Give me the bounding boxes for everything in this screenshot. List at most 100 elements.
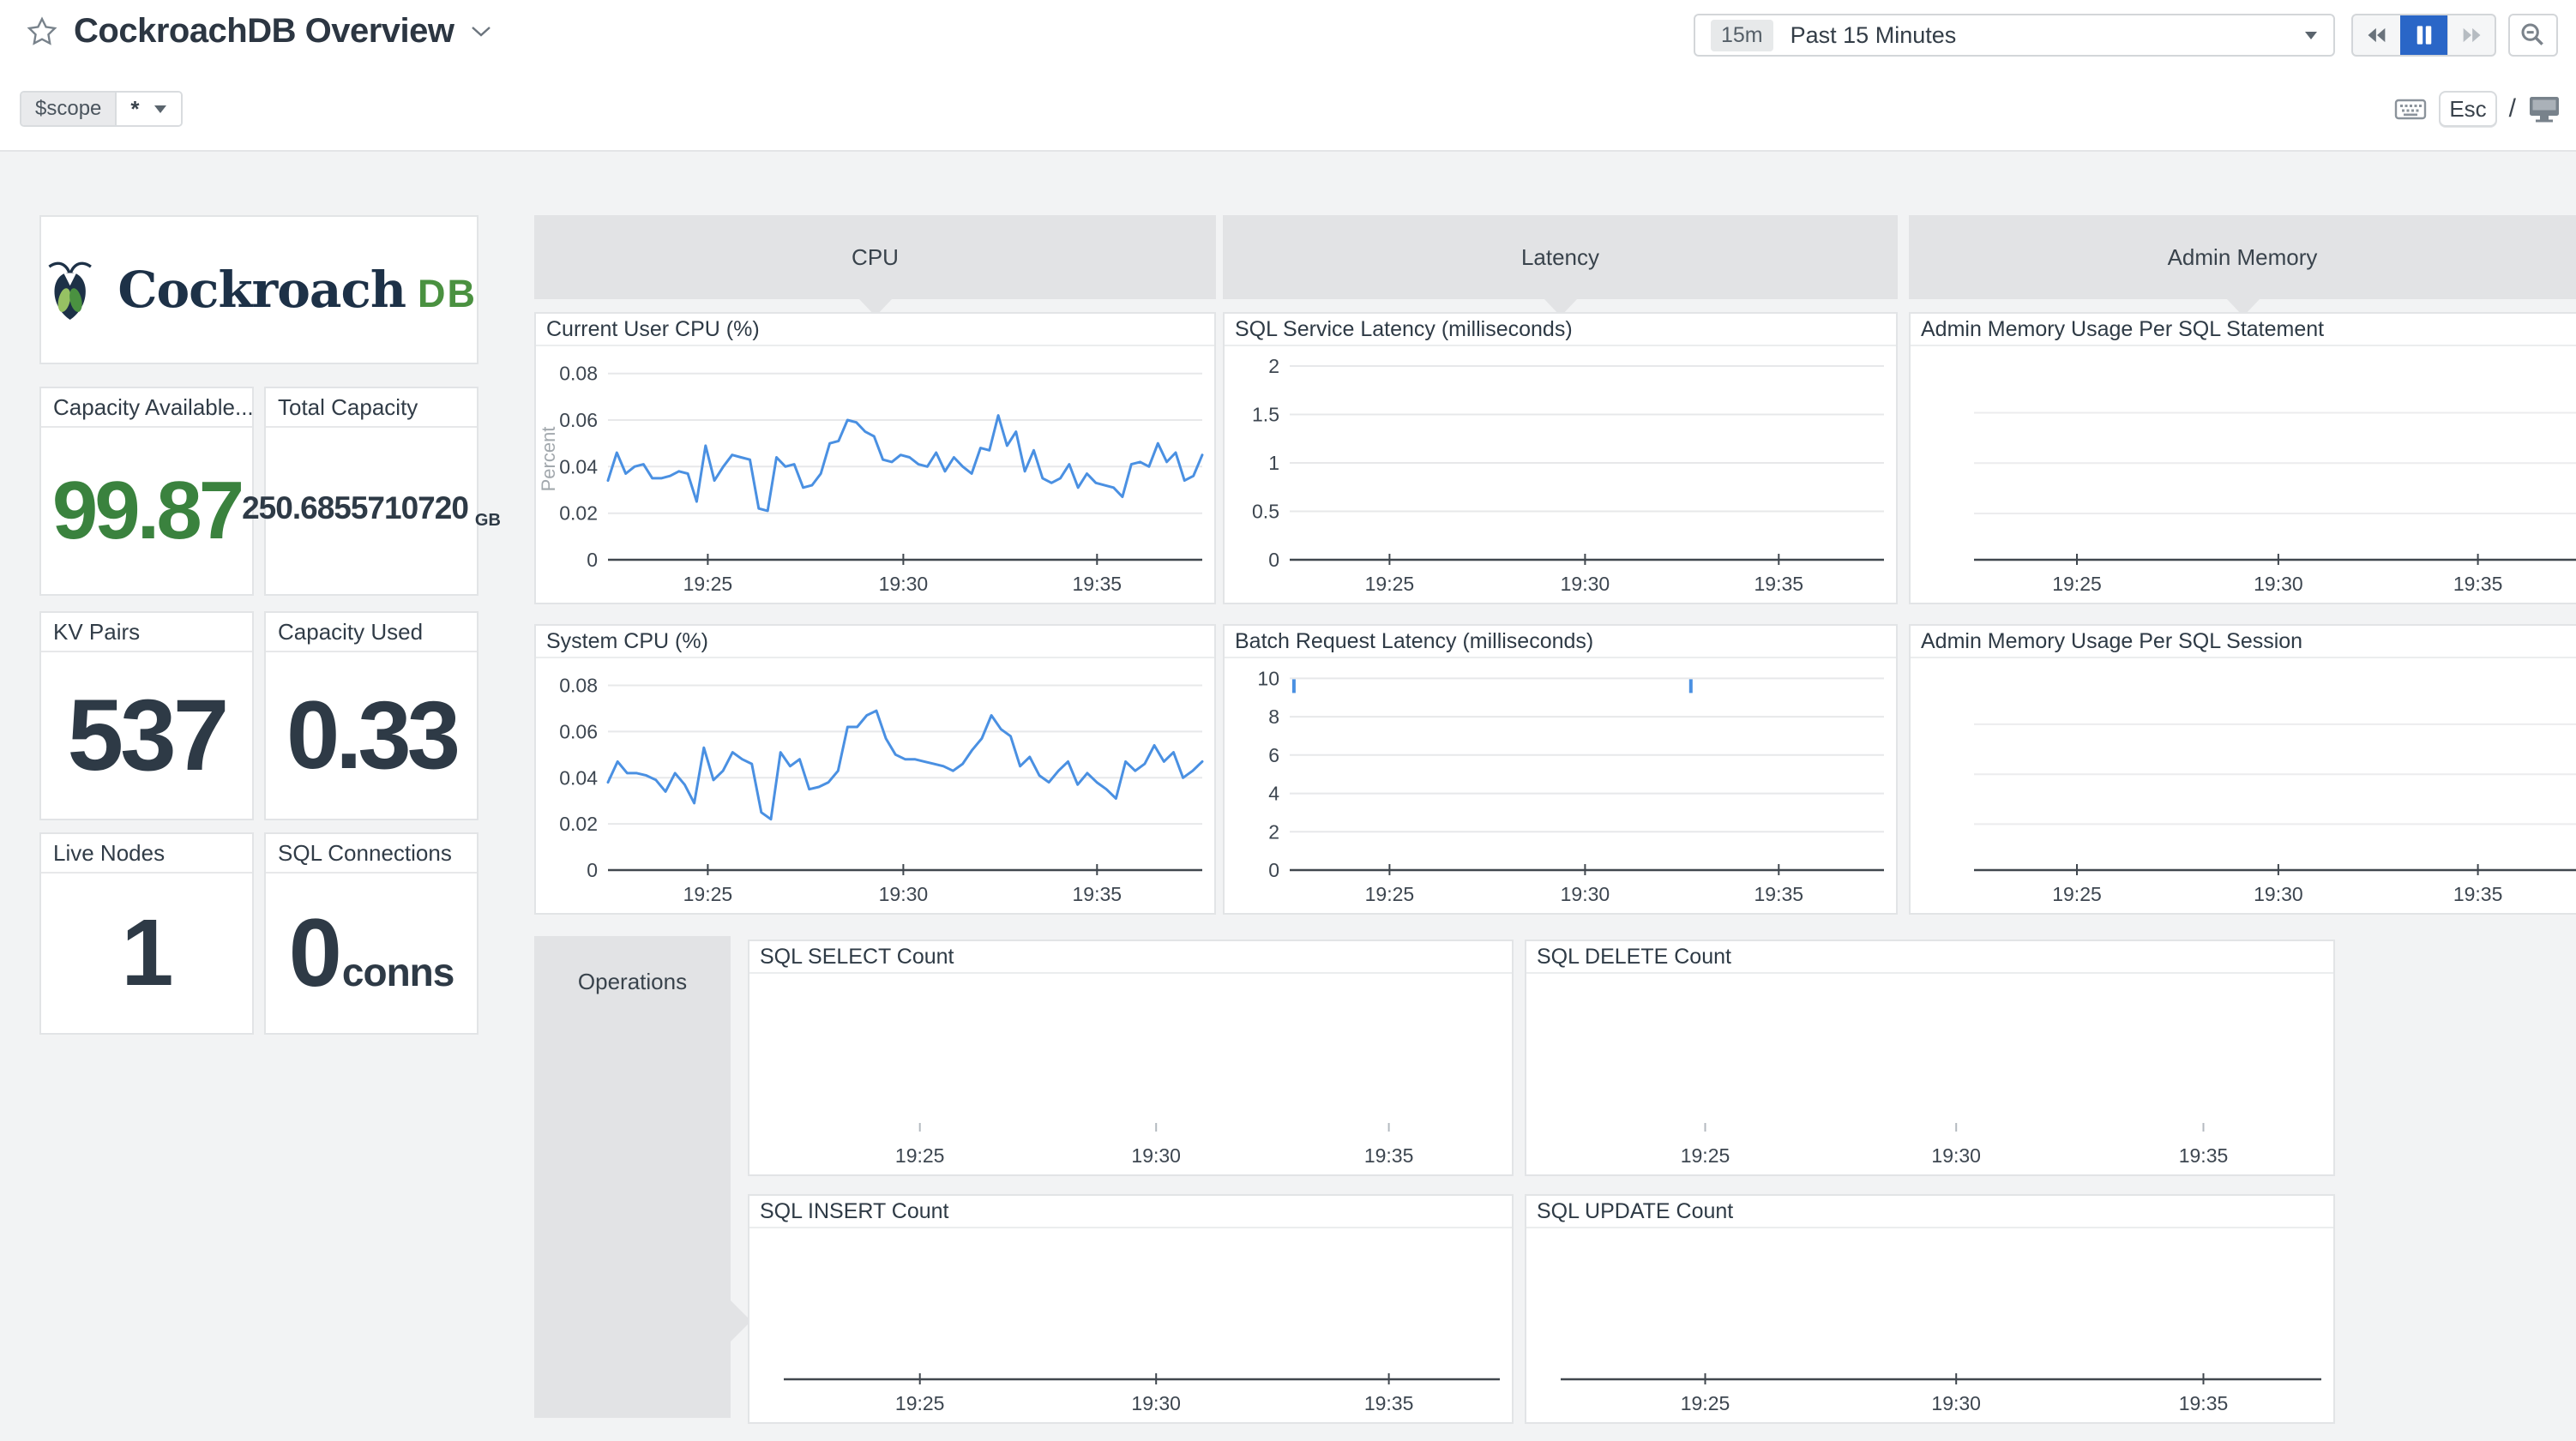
template-variable-scope[interactable]: $scope * [20,91,183,127]
chart-title: Admin Memory Usage Per SQL Session [1911,626,2576,658]
svg-text:0.06: 0.06 [559,720,598,742]
group-header-cpu[interactable]: CPU [534,215,1216,299]
group-header-operations[interactable]: Operations [534,936,731,1418]
svg-text:2: 2 [1268,355,1279,377]
time-range-label: Past 15 Minutes [1791,22,2287,49]
widget-total-capacity: Total Capacity 250.6855710720 GB [264,387,478,596]
chart-title: SQL Service Latency (milliseconds) [1225,314,1896,346]
fast-forward-icon [2459,25,2483,45]
time-dropdown-caret-icon [2304,31,2318,40]
group-header-latency[interactable]: Latency [1223,215,1898,299]
svg-text:0.06: 0.06 [559,409,598,431]
chart-plot-sql-select-count[interactable]: 19:2519:3019:35 [749,974,1512,1174]
kv-pairs-value: 537 [68,685,226,786]
slash-shortcut: / [2509,94,2516,123]
header: CockroachDB Overview 15m Past 15 Minutes… [0,0,2576,152]
pause-icon [2414,24,2435,46]
scope-caret-icon [153,105,167,114]
svg-text:10: 10 [1257,667,1279,689]
group-header-admin-memory[interactable]: Admin Memory [1909,215,2576,299]
brand-suffix-text: DB [418,272,477,316]
pause-button[interactable] [2400,15,2447,55]
chart-plot-sql-service-latency[interactable]: 00.511.5219:2519:3019:35 [1225,346,1896,603]
widget-title: SQL Connections [266,834,477,874]
svg-text:2: 2 [1268,820,1279,843]
svg-text:0: 0 [1268,859,1279,881]
svg-text:8: 8 [1268,705,1279,728]
svg-text:19:35: 19:35 [1073,573,1122,595]
svg-text:19:35: 19:35 [1073,883,1122,905]
group-label-operations: Operations [534,969,731,995]
widget-sql-connections: SQL Connections 0 conns [264,832,478,1035]
time-range-badge: 15m [1711,20,1773,51]
chart-title: Admin Memory Usage Per SQL Statement [1911,314,2576,346]
widget-sql-service-latency: SQL Service Latency (milliseconds) 0 0.5 1… [1223,312,1898,604]
svg-text:19:30: 19:30 [2254,883,2303,905]
keyboard-hints: Esc / [2394,91,2561,127]
widget-kv-pairs: KV Pairs 537 [39,611,254,820]
svg-text:19:25: 19:25 [2052,573,2102,595]
chart-title: SQL DELETE Count [1526,941,2333,974]
svg-text:0.5: 0.5 [1252,501,1279,523]
widget-sql-select-count: SQL SELECT Count 19:2519:3019:35 [748,940,1514,1176]
rewind-button[interactable] [2353,15,2400,55]
chart-plot-admin-memory-statement[interactable]: 19:2519:3019:35 [1911,346,2576,603]
chart-plot-admin-memory-session[interactable]: 19:2519:3019:35 [1911,658,2576,913]
svg-text:19:30: 19:30 [1931,1392,1981,1414]
widget-capacity-used: Capacity Used 0.33 [264,611,478,820]
cockroachdb-logo-widget: Cockroach DB [39,215,478,364]
svg-text:0.04: 0.04 [559,766,598,789]
chart-plot-sql-delete-count[interactable]: 19:2519:3019:35 [1526,974,2333,1174]
svg-text:19:25: 19:25 [683,883,733,905]
svg-text:1: 1 [1268,452,1279,474]
chart-plot-current-user-cpu[interactable]: 00.020.040.060.0819:2519:3019:35Percent [536,346,1214,603]
cockroachdb-bug-icon [41,249,99,331]
fast-forward-button[interactable] [2447,15,2495,55]
chart-title: SQL UPDATE Count [1526,1196,2333,1228]
svg-text:19:25: 19:25 [683,573,733,595]
svg-text:4: 4 [1268,783,1279,805]
template-variable-value[interactable]: * [117,93,180,125]
svg-text:19:25: 19:25 [2052,883,2102,905]
favorite-star-icon[interactable] [26,15,58,48]
svg-text:0.04: 0.04 [559,455,598,477]
template-variable-value-text: * [130,96,139,123]
chart-plot-sql-update-count[interactable]: 19:2519:3019:35 [1526,1228,2333,1422]
template-variable-name: $scope [21,93,117,125]
tv-mode-monitor-icon[interactable] [2528,95,2561,123]
svg-text:0: 0 [1268,549,1279,571]
capacity-used-value: 0.33 [286,687,456,784]
svg-text:0.02: 0.02 [559,502,598,525]
svg-text:19:35: 19:35 [1364,1392,1414,1414]
svg-text:0: 0 [587,549,598,571]
svg-text:19:25: 19:25 [1365,573,1415,595]
chart-plot-sql-insert-count[interactable]: 19:2519:3019:35 [749,1228,1512,1422]
svg-text:19:30: 19:30 [1561,883,1610,905]
zoom-out-button[interactable] [2508,14,2558,57]
cockroachdb-wordmark: Cockroach DB [117,261,477,319]
live-nodes-value: 1 [121,906,172,1000]
total-capacity-unit: GB [475,511,501,531]
title-chevron-down-icon[interactable] [470,25,492,39]
rewind-icon [2365,25,2389,45]
svg-text:0.08: 0.08 [559,675,598,697]
svg-text:19:30: 19:30 [2254,573,2303,595]
widget-sql-update-count: SQL UPDATE Count 19:2519:3019:35 [1525,1194,2335,1424]
svg-text:19:35: 19:35 [2179,1392,2229,1414]
widget-system-cpu: System CPU (%) 00.020.040.060.0819:2519:… [534,624,1216,915]
svg-text:19:30: 19:30 [1931,1144,1981,1167]
keyboard-icon[interactable] [2394,96,2427,122]
widget-admin-memory-statement: Admin Memory Usage Per SQL Statement 19:… [1909,312,2576,604]
time-range-selector[interactable]: 15m Past 15 Minutes [1694,14,2335,57]
widget-live-nodes: Live Nodes 1 [39,832,254,1035]
chart-title: SQL SELECT Count [749,941,1512,974]
page-title: CockroachDB Overview [74,12,454,51]
svg-text:19:35: 19:35 [2179,1144,2229,1167]
svg-text:19:30: 19:30 [879,883,929,905]
total-capacity-value: 250.6855710720 [242,492,468,524]
widget-current-user-cpu: Current User CPU (%) 00.020.040.060.0819… [534,312,1216,604]
chart-plot-system-cpu[interactable]: 00.020.040.060.0819:2519:3019:35 [536,658,1214,913]
widget-title: KV Pairs [41,613,252,652]
chart-plot-batch-request-latency[interactable]: 024681019:2519:3019:35 [1225,658,1896,913]
title-row: CockroachDB Overview [26,12,492,51]
